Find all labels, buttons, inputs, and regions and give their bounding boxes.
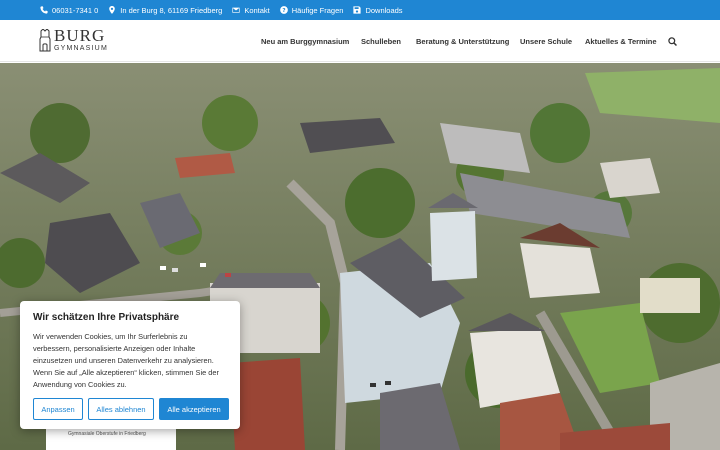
question-circle-icon: ?	[279, 6, 288, 14]
phone-text: 06031-7341 0	[52, 5, 99, 15]
nav-aktuelles-termine[interactable]: Aktuelles & Termine	[585, 37, 657, 46]
site-header: BURG GYMNASIUM Neu am Burggymnasium Schu…	[0, 20, 720, 62]
cookie-accept-button[interactable]: Alle akzeptieren	[159, 398, 229, 420]
faq-link[interactable]: ? Häufige Fragen	[279, 5, 344, 15]
cookie-buttons: Anpassen Alles ablehnen Alle akzeptieren	[33, 398, 229, 420]
cookie-reject-button[interactable]: Alles ablehnen	[88, 398, 154, 420]
logo-title: BURG	[54, 26, 106, 45]
downloads-text: Downloads	[365, 5, 403, 15]
nav-neu-am-burggymnasium[interactable]: Neu am Burggymnasium	[261, 37, 349, 46]
svg-text:?: ?	[282, 8, 285, 14]
phone-icon	[40, 6, 48, 14]
mail-icon	[232, 6, 240, 14]
downloads-link[interactable]: Downloads	[353, 5, 403, 15]
faq-text: Häufige Fragen	[291, 5, 344, 15]
map-pin-icon	[108, 6, 116, 14]
phone-link[interactable]: 06031-7341 0	[40, 6, 98, 15]
cookie-title: Wir schätzen Ihre Privatsphäre	[33, 312, 180, 323]
contact-link[interactable]: Kontakt	[232, 5, 270, 15]
cookie-text: Wir verwenden Cookies, um Ihr Surferlebn…	[33, 332, 219, 389]
search-icon[interactable]	[668, 37, 677, 46]
save-icon	[353, 6, 362, 14]
castle-logo-icon	[39, 29, 51, 52]
address-link[interactable]: In der Burg 8, 61169 Friedberg	[108, 6, 222, 15]
logo-subtitle: GYMNASIUM	[54, 45, 108, 52]
cookie-consent-banner: Wir schätzen Ihre Privatsphäre Wir verwe…	[20, 301, 240, 429]
contact-text: Kontakt	[244, 5, 270, 15]
top-info-bar: 06031-7341 0 In der Burg 8, 61169 Friedb…	[0, 0, 720, 20]
cookie-customize-button[interactable]: Anpassen	[33, 398, 83, 420]
nav-schulleben[interactable]: Schulleben	[361, 37, 401, 46]
nav-unsere-schule[interactable]: Unsere Schule	[520, 37, 572, 46]
hero-caption: Gymnasiale Oberstufe in Friedberg	[68, 431, 146, 437]
nav-beratung-unterstuetzung[interactable]: Beratung & Unterstützung	[416, 37, 509, 46]
site-logo[interactable]: BURG GYMNASIUM	[38, 26, 112, 55]
address-text: In der Burg 8, 61169 Friedberg	[120, 5, 223, 15]
